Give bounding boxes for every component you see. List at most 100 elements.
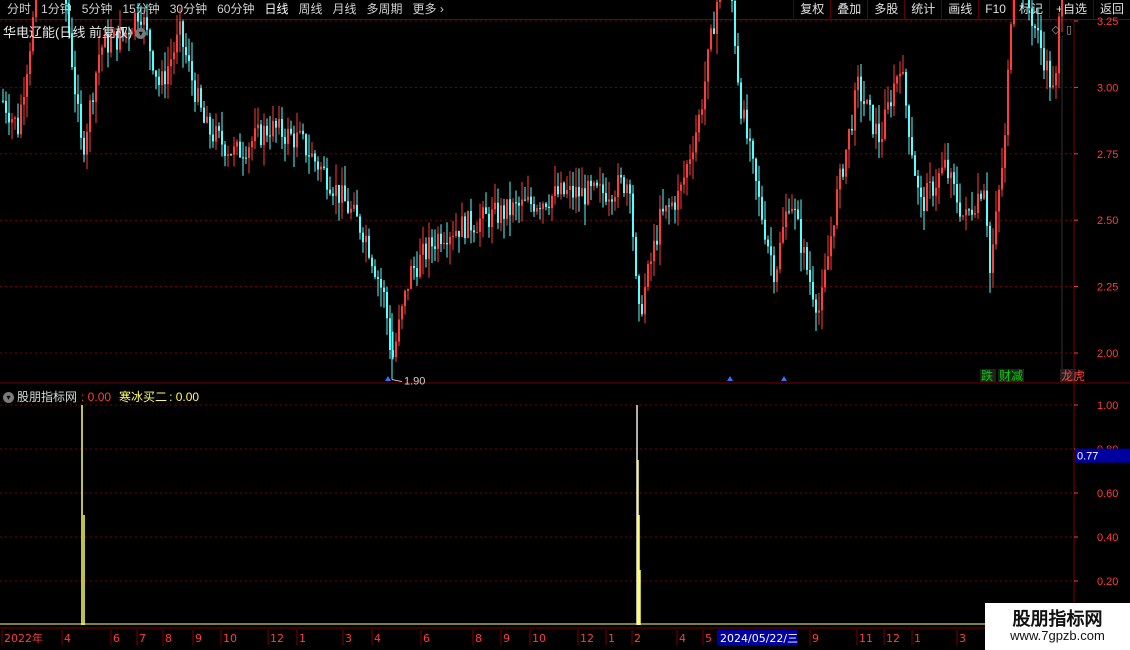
candlestick	[623, 174, 625, 197]
candlestick	[1007, 59, 1009, 147]
candlestick	[680, 181, 682, 209]
candle-body	[254, 128, 256, 142]
candlestick	[686, 160, 688, 196]
candlestick	[740, 77, 742, 125]
candlestick	[362, 227, 364, 253]
date-label: 9	[812, 632, 819, 645]
candlestick	[1043, 31, 1045, 80]
candle-body	[578, 186, 580, 197]
stock-title[interactable]: 华电辽能(日线 前复权) ▾	[3, 22, 147, 41]
candle-body	[887, 102, 889, 110]
candle-body	[794, 208, 796, 210]
candle-body	[941, 167, 943, 174]
chevron-down-icon[interactable]: ▾	[135, 28, 147, 40]
current-value-label: 0.77	[1077, 451, 1098, 463]
candle-body	[479, 218, 481, 233]
candle-body	[497, 202, 499, 223]
candlestick	[287, 117, 289, 156]
candle-body	[257, 124, 259, 129]
date-label: 8	[475, 632, 482, 645]
candlestick	[407, 288, 409, 301]
price-tick-label: 2.00	[1097, 348, 1118, 360]
candle-body	[956, 183, 958, 203]
candlestick	[968, 208, 970, 216]
candlestick	[557, 172, 559, 198]
candle-body	[26, 74, 28, 98]
candlestick	[992, 228, 994, 288]
candlestick	[956, 166, 958, 214]
candle-body	[827, 256, 829, 270]
date-highlight: 2024/05/22/三	[720, 632, 798, 645]
date-label: 10	[532, 632, 546, 645]
candlestick	[437, 226, 439, 263]
candlestick	[386, 286, 388, 335]
candlestick	[833, 225, 835, 249]
candle-body	[539, 208, 541, 210]
candle-body	[233, 146, 235, 155]
candle-body	[371, 257, 373, 267]
candle-body	[137, 13, 139, 22]
candle-body	[1055, 73, 1057, 86]
panel-toggle-icon[interactable]: ▯	[1066, 24, 1072, 36]
candlestick	[170, 38, 172, 86]
candle-body	[785, 211, 787, 228]
candle-body	[671, 202, 673, 207]
indicator-tick-label: 0.60	[1097, 488, 1118, 500]
chart-tools: ◇ ▯	[1045, 23, 1072, 36]
candle-body	[626, 184, 628, 194]
candlestick	[668, 198, 670, 225]
candle-body	[80, 103, 82, 138]
candlestick	[458, 230, 460, 253]
kline-chart[interactable]: 4.003.753.503.253.002.752.502.252.001.00…	[0, 0, 1130, 650]
candlestick	[710, 24, 712, 53]
candle-body	[518, 202, 520, 206]
chevron-down-icon[interactable]: ▾	[3, 392, 14, 404]
indicator-tick-label: 0.40	[1097, 532, 1118, 544]
candle-body	[875, 123, 877, 135]
candlestick	[1013, 0, 1015, 28]
diamond-icon[interactable]: ◇	[1051, 24, 1059, 36]
candlestick	[551, 194, 553, 221]
candle-body	[449, 236, 451, 245]
candle-body	[389, 318, 391, 351]
candle-body	[218, 126, 220, 131]
candlestick	[260, 120, 262, 148]
candlestick	[914, 150, 916, 176]
candle-body	[344, 185, 346, 202]
date-label: 2	[634, 632, 641, 645]
candle-body	[773, 255, 775, 282]
candlestick	[896, 74, 898, 93]
candle-body	[224, 144, 226, 156]
candlestick	[674, 196, 676, 224]
indicator-title[interactable]: ▾ 股朋指标网: 0.00 寒冰买二: 0.00	[3, 388, 199, 405]
candle-body	[35, 0, 37, 18]
date-label: 5	[705, 632, 712, 645]
candlestick	[983, 183, 985, 201]
candle-body	[833, 225, 835, 237]
candlestick	[206, 105, 208, 124]
date-label: 1	[299, 632, 306, 645]
candlestick	[827, 235, 829, 270]
candlestick	[572, 171, 574, 210]
candlestick	[971, 191, 973, 221]
date-label: 8	[165, 632, 172, 645]
candlestick	[311, 141, 313, 158]
candlestick	[173, 41, 175, 75]
candlestick	[890, 89, 892, 118]
candle-body	[347, 201, 349, 213]
candle-body	[749, 138, 751, 141]
candle-body	[878, 123, 880, 143]
candlestick	[218, 122, 220, 139]
candle-body	[1028, 0, 1030, 9]
candle-body	[278, 118, 280, 128]
candlestick	[476, 221, 478, 234]
candle-body	[830, 236, 832, 257]
candle-body	[779, 242, 781, 270]
candle-body	[767, 239, 769, 247]
candlestick	[602, 173, 604, 208]
candlestick	[26, 64, 28, 118]
candle-body	[971, 209, 973, 215]
candle-body	[548, 206, 550, 209]
candle-body	[812, 281, 814, 300]
candlestick	[929, 162, 931, 199]
